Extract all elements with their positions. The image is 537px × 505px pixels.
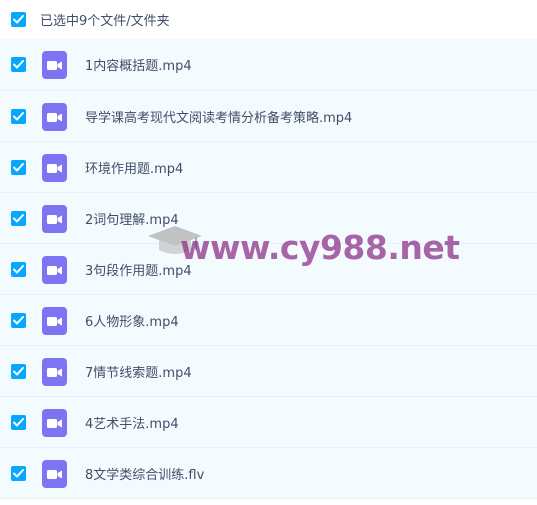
file-row[interactable]: 7情节线索题.mp4 xyxy=(0,346,537,397)
row-checkbox[interactable] xyxy=(11,313,26,328)
file-row[interactable]: 环境作用题.mp4 xyxy=(0,142,537,193)
file-name[interactable]: 8文学类综合训练.flv xyxy=(85,464,204,483)
video-file-icon xyxy=(42,358,67,386)
file-name[interactable]: 6人物形象.mp4 xyxy=(85,311,179,330)
video-file-icon xyxy=(42,307,67,335)
row-checkbox[interactable] xyxy=(11,466,26,481)
row-checkbox[interactable] xyxy=(11,262,26,277)
video-file-icon xyxy=(42,205,67,233)
file-row[interactable]: 6人物形象.mp4 xyxy=(0,295,537,346)
video-file-icon xyxy=(42,460,67,488)
file-name[interactable]: 环境作用题.mp4 xyxy=(85,158,183,177)
row-checkbox[interactable] xyxy=(11,415,26,430)
row-checkbox[interactable] xyxy=(11,364,26,379)
video-file-icon xyxy=(42,154,67,182)
file-row[interactable]: 导学课高考现代文阅读考情分析备考策略.mp4 xyxy=(0,91,537,142)
file-row[interactable]: 3句段作用题.mp4 xyxy=(0,244,537,295)
row-checkbox[interactable] xyxy=(11,211,26,226)
file-name[interactable]: 1内容概括题.mp4 xyxy=(85,55,192,74)
file-name[interactable]: 3句段作用题.mp4 xyxy=(85,260,192,279)
selection-count-label: 已选中9个文件/文件夹 xyxy=(40,14,170,29)
file-list: 1内容概括题.mp4 导学课高考现代文阅读考情分析备考策略.mp4 环境作用题.… xyxy=(0,39,537,499)
row-checkbox[interactable] xyxy=(11,109,26,124)
file-name[interactable]: 2词句理解.mp4 xyxy=(85,209,179,228)
select-all-checkbox[interactable] xyxy=(11,12,26,27)
video-file-icon xyxy=(42,51,67,79)
row-checkbox[interactable] xyxy=(11,160,26,175)
file-row[interactable]: 4艺术手法.mp4 xyxy=(0,397,537,448)
file-name[interactable]: 导学课高考现代文阅读考情分析备考策略.mp4 xyxy=(85,107,352,126)
selection-header: 已选中9个文件/文件夹 xyxy=(0,0,537,39)
file-name[interactable]: 4艺术手法.mp4 xyxy=(85,413,179,432)
file-row[interactable]: 8文学类综合训练.flv xyxy=(0,448,537,499)
row-checkbox[interactable] xyxy=(11,57,26,72)
video-file-icon xyxy=(42,103,67,131)
video-file-icon xyxy=(42,409,67,437)
video-file-icon xyxy=(42,256,67,284)
file-name[interactable]: 7情节线索题.mp4 xyxy=(85,362,192,381)
file-row[interactable]: 2词句理解.mp4 xyxy=(0,193,537,244)
file-row[interactable]: 1内容概括题.mp4 xyxy=(0,39,537,91)
